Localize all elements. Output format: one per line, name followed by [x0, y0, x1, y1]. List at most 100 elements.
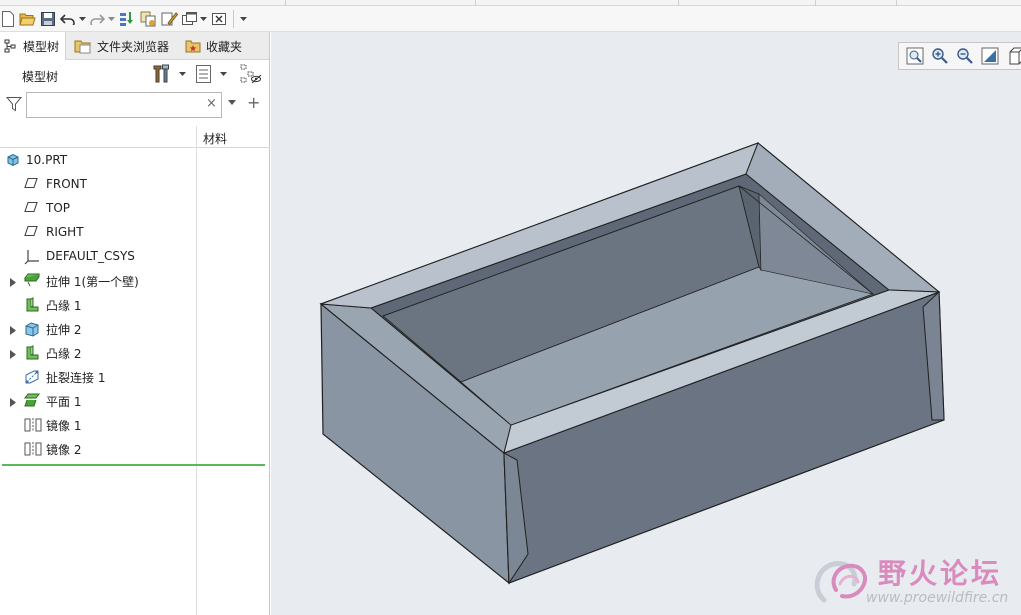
tree-column-header: 材料	[0, 126, 270, 148]
tree-item[interactable]: RIGHT	[0, 220, 196, 244]
tree-item-label: 镜像 2	[46, 443, 82, 457]
tree-item-label: 凸缘 2	[46, 347, 82, 361]
tree-item[interactable]: 拉伸 1(第一个壁)	[0, 268, 196, 292]
tree-item-label: 拉伸 2	[46, 323, 82, 337]
saved-views-button[interactable]	[1002, 44, 1021, 68]
search-input[interactable]	[26, 92, 222, 118]
graphics-window[interactable]: 野火论坛 www.proewildfire.cn	[271, 32, 1021, 615]
expand-arrow-icon[interactable]	[10, 324, 16, 338]
tree-item[interactable]: 平面 1	[0, 388, 196, 412]
tree-columns-icon	[240, 64, 262, 84]
mirror-icon	[24, 441, 42, 460]
model-tree-icon	[4, 39, 16, 53]
extrude-icon	[24, 321, 40, 340]
filter-icon[interactable]	[6, 96, 22, 112]
tree-item[interactable]: 镜像 2	[0, 436, 196, 460]
regenerate-icon[interactable]	[117, 8, 137, 30]
window-dropdown-icon[interactable]	[198, 8, 208, 30]
window-icon[interactable]	[180, 8, 198, 30]
flat-wall-icon	[24, 393, 40, 410]
repaint-button[interactable]	[977, 44, 1002, 68]
zoom-out-button[interactable]	[953, 44, 978, 68]
tree-item-label: TOP	[46, 201, 71, 215]
datum-plane-icon	[24, 177, 38, 192]
favorites-icon	[185, 40, 201, 53]
tree-item[interactable]: 扯裂连接 1	[0, 364, 196, 388]
expand-arrow-icon[interactable]	[10, 276, 16, 290]
tree-item-label: 扯裂连接 1	[46, 371, 106, 385]
copy-icon[interactable]	[138, 8, 158, 30]
view-toolbar	[898, 42, 1021, 70]
tools-icon	[153, 64, 169, 83]
folder-browser-icon	[74, 40, 91, 54]
chevron-down-icon	[179, 72, 186, 76]
part-icon	[6, 153, 20, 170]
tree-header: 模型树	[0, 60, 269, 88]
tree-filter-settings-button[interactable]	[240, 64, 262, 84]
watermark: 野火论坛 www.proewildfire.cn	[810, 548, 1021, 615]
insert-here-indicator[interactable]	[2, 464, 265, 466]
chevron-down-icon	[220, 72, 227, 76]
tree-item-label: FRONT	[46, 177, 87, 191]
tree-item[interactable]: 拉伸 2	[0, 316, 196, 340]
csys-icon	[24, 249, 40, 268]
search-row: × +	[0, 90, 270, 120]
navigator-tabs: 模型树 文件夹浏览器 收藏夹	[0, 32, 269, 60]
tree-item[interactable]: DEFAULT_CSYS	[0, 244, 196, 268]
zoom-out-icon	[957, 48, 973, 64]
tab-label: 文件夹浏览器	[97, 39, 170, 54]
repaint-icon	[981, 47, 999, 65]
close-window-icon[interactable]	[209, 8, 229, 30]
redo-icon[interactable]	[88, 8, 106, 30]
tree-settings-button[interactable]	[152, 64, 188, 84]
clear-search-button[interactable]: ×	[206, 97, 217, 111]
expand-arrow-icon[interactable]	[10, 348, 16, 362]
toolbar-separator	[233, 9, 234, 28]
rip-icon	[24, 369, 40, 388]
flange-icon	[24, 297, 40, 316]
tree-item-label: 拉伸 1(第一个壁)	[46, 275, 139, 289]
sheetmetal-extrude-icon	[24, 273, 40, 290]
column-divider[interactable]	[196, 126, 197, 615]
tab-favorites[interactable]: 收藏夹	[175, 32, 248, 60]
tree-item[interactable]: FRONT	[0, 172, 196, 196]
zoom-refit-button[interactable]	[903, 44, 928, 68]
expand-arrow-icon[interactable]	[10, 396, 16, 410]
edit-icon[interactable]	[159, 8, 179, 30]
datum-plane-icon	[24, 201, 38, 216]
tree-item-label: 凸缘 1	[46, 299, 82, 313]
tree-item-label: DEFAULT_CSYS	[46, 249, 135, 263]
tab-model-tree[interactable]: 模型树	[0, 32, 67, 60]
tree-show-button[interactable]	[195, 64, 229, 84]
watermark-title: 野火论坛	[878, 557, 1003, 590]
search-dropdown-icon[interactable]	[228, 100, 236, 105]
redo-dropdown-icon[interactable]	[106, 8, 116, 30]
saved-views-icon	[1009, 47, 1021, 65]
tree-item[interactable]: 镜像 1	[0, 412, 196, 436]
datum-plane-icon	[24, 225, 38, 240]
undo-icon[interactable]	[59, 8, 77, 30]
undo-dropdown-icon[interactable]	[77, 8, 87, 30]
add-filter-button[interactable]: +	[247, 95, 260, 111]
new-file-icon[interactable]	[0, 8, 16, 30]
tree-item[interactable]: 凸缘 2	[0, 340, 196, 364]
tab-folder-browser[interactable]: 文件夹浏览器	[66, 32, 175, 60]
zoom-in-button[interactable]	[928, 44, 953, 68]
tree-title: 模型树	[22, 70, 59, 84]
tree-item[interactable]: TOP	[0, 196, 196, 220]
list-icon	[196, 65, 211, 83]
open-folder-icon[interactable]	[17, 8, 37, 30]
tree-item[interactable]: 10.PRT	[0, 148, 196, 172]
save-icon[interactable]	[38, 8, 58, 30]
navigator-panel: 模型树 文件夹浏览器 收藏夹 模型树 × + 材料 10.PRT FRONT T…	[0, 32, 270, 615]
tree-item[interactable]: 凸缘 1	[0, 292, 196, 316]
mirror-icon	[24, 417, 42, 436]
tree-item-label: 10.PRT	[26, 153, 68, 167]
column-material[interactable]: 材料	[203, 130, 227, 147]
sheetmetal-box-model[interactable]	[271, 32, 1021, 615]
watermark-url: www.proewildfire.cn	[866, 590, 1009, 606]
tree-item-label: 平面 1	[46, 395, 82, 409]
tree-item-label: RIGHT	[46, 225, 84, 239]
customize-icon[interactable]	[238, 8, 248, 30]
tree-item-label: 镜像 1	[46, 419, 82, 433]
